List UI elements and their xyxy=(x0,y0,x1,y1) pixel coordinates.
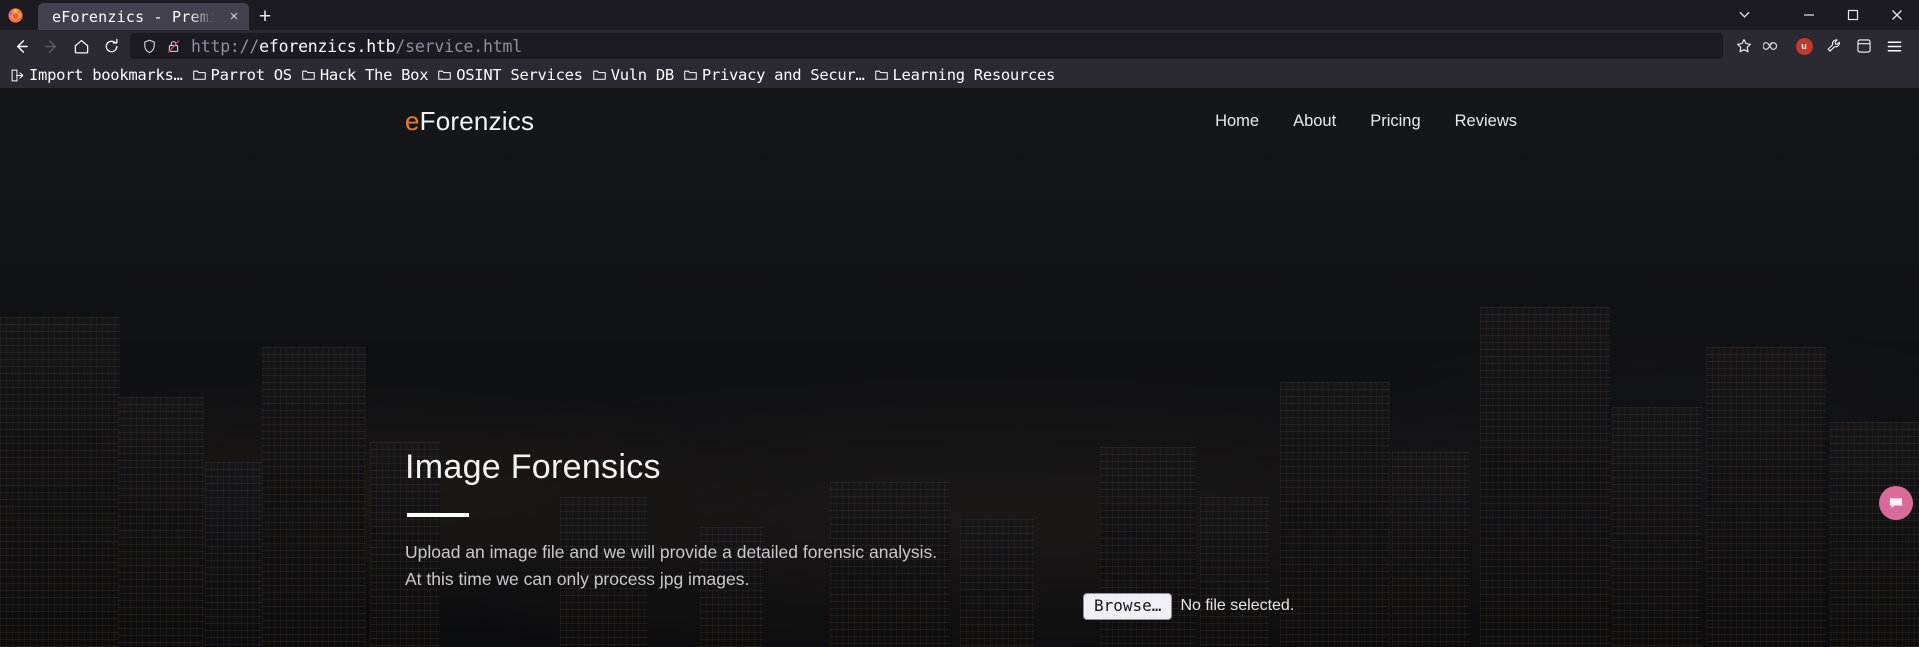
hero-paragraph-line1: Upload an image file and we will provide… xyxy=(405,542,938,562)
nav-item-about[interactable]: About xyxy=(1293,112,1336,131)
file-input-row: Browse… No file selected. xyxy=(1083,593,1294,620)
firefox-logo-icon xyxy=(0,0,30,30)
site-header: eForenzics Home About Pricing Reviews xyxy=(0,88,1919,154)
bookmark-osint-services[interactable]: OSINT Services xyxy=(435,64,589,86)
bookmark-privacy-and-security[interactable]: Privacy and Secur… xyxy=(681,64,872,86)
close-window-button[interactable] xyxy=(1875,0,1919,30)
navigation-toolbar: http://eforenzics.htb/service.html u xyxy=(0,30,1919,62)
url-text: http://eforenzics.htb/service.html xyxy=(191,37,522,56)
browser-window: eForenzics - Premi × + http://eforenzics… xyxy=(0,0,1919,647)
browse-button[interactable]: Browse… xyxy=(1083,593,1173,620)
folder-icon xyxy=(301,69,316,81)
toolbar-extensions: u xyxy=(1729,33,1909,59)
infinity-extension-icon[interactable] xyxy=(1759,33,1789,59)
wrench-extension-icon[interactable] xyxy=(1819,33,1849,59)
hero-content: Image Forensics Upload an image file and… xyxy=(405,448,1505,593)
nav-item-pricing[interactable]: Pricing xyxy=(1370,112,1420,131)
tab-title: eForenzics - Premi xyxy=(52,8,225,26)
hero-paragraph-line2: At this time we can only process jpg ima… xyxy=(405,569,750,590)
bookmark-star-icon[interactable] xyxy=(1729,33,1759,59)
file-status-text: No file selected. xyxy=(1180,597,1295,615)
list-all-tabs-icon[interactable] xyxy=(1729,0,1759,30)
new-tab-button[interactable]: + xyxy=(249,3,281,30)
bookmark-label: Privacy and Secur… xyxy=(701,66,865,84)
bookmark-label: Parrot OS xyxy=(210,66,293,84)
site-navigation: Home About Pricing Reviews xyxy=(1215,112,1847,131)
home-icon[interactable] xyxy=(66,33,96,59)
title-divider xyxy=(407,513,469,517)
minimize-button[interactable] xyxy=(1787,0,1831,30)
url-bar[interactable]: http://eforenzics.htb/service.html xyxy=(130,33,1723,59)
folder-icon xyxy=(874,69,889,81)
folder-icon xyxy=(192,69,207,81)
tracking-protection-shield-icon[interactable] xyxy=(138,39,160,54)
url-path: /service.html xyxy=(395,36,522,56)
back-arrow-icon[interactable] xyxy=(6,33,36,59)
url-scheme: http:// xyxy=(191,36,260,56)
bookmarks-toolbar: Import bookmarks… Parrot OS Hack The Box… xyxy=(0,62,1919,88)
tab-close-icon[interactable]: × xyxy=(225,8,243,25)
bookmark-parrot-os[interactable]: Parrot OS xyxy=(190,64,299,86)
logo-accent-letter: e xyxy=(405,105,420,136)
folder-icon xyxy=(437,69,452,81)
container-tabs-icon[interactable] xyxy=(1849,33,1879,59)
upload-form: Browse… No file selected. Upload xyxy=(1083,593,1294,647)
site-logo[interactable]: eForenzics xyxy=(405,106,534,137)
bookmark-label: Learning Resources xyxy=(892,66,1056,84)
reload-icon[interactable] xyxy=(96,33,126,59)
ublock-origin-icon[interactable]: u xyxy=(1789,33,1819,59)
maximize-button[interactable] xyxy=(1831,0,1875,30)
page-viewport: eForenzics Home About Pricing Reviews Im… xyxy=(0,88,1919,647)
logo-text: Forenzics xyxy=(419,105,535,136)
browser-tab[interactable]: eForenzics - Premi × xyxy=(38,3,249,30)
nav-item-reviews[interactable]: Reviews xyxy=(1455,112,1517,131)
bookmark-vuln-db[interactable]: Vuln DB xyxy=(590,64,681,86)
import-bookmarks-icon xyxy=(10,69,25,82)
insecure-connection-crossed-lock-icon[interactable] xyxy=(162,39,184,54)
window-controls xyxy=(1787,0,1919,30)
bookmark-label: OSINT Services xyxy=(456,66,583,84)
application-menu-icon[interactable] xyxy=(1879,33,1909,59)
bookmark-label: Vuln DB xyxy=(610,66,675,84)
bookmark-label: Hack The Box xyxy=(319,66,429,84)
page-title: Image Forensics xyxy=(405,448,661,486)
url-host: eforenzics.htb xyxy=(259,36,396,56)
tab-strip: eForenzics - Premi × + xyxy=(0,0,1919,30)
bookmark-hack-the-box[interactable]: Hack The Box xyxy=(299,64,435,86)
bookmark-learning-resources[interactable]: Learning Resources xyxy=(872,64,1063,86)
bookmark-import-bookmarks[interactable]: Import bookmarks… xyxy=(8,64,190,86)
nav-item-home[interactable]: Home xyxy=(1215,112,1259,131)
ublock-badge: u xyxy=(1795,37,1813,55)
bookmark-label: Import bookmarks… xyxy=(29,66,183,84)
chat-widget-icon[interactable] xyxy=(1879,486,1913,520)
folder-icon xyxy=(683,69,698,81)
forward-arrow-icon xyxy=(36,33,66,59)
folder-icon xyxy=(592,69,607,81)
